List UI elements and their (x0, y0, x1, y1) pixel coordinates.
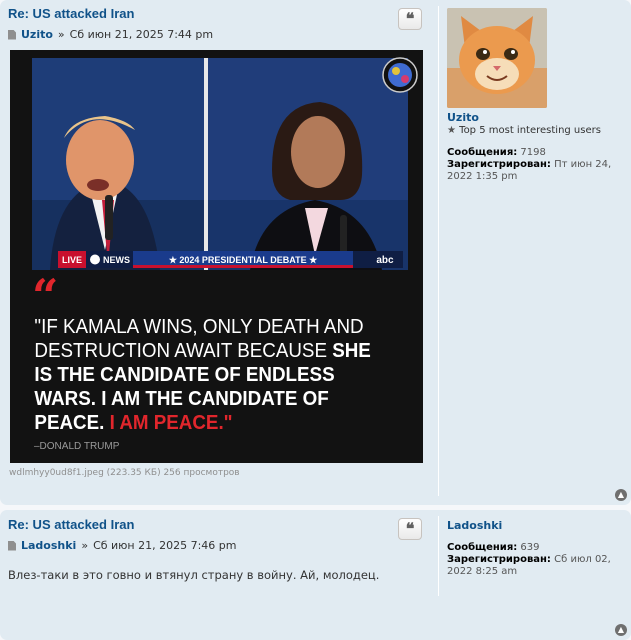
posts-count-label: Сообщения: (447, 542, 518, 553)
quote-icon: ❝ (405, 9, 415, 28)
quote-line-4: WARS. I AM THE CANDIDATE OF (34, 387, 328, 410)
author-separator: » (81, 539, 89, 552)
attached-image-graphic: LIVE NEWS ★ 2024 PRESIDENTIAL DEBATE ★ a… (10, 50, 423, 463)
post-author[interactable]: Ladoshki (21, 539, 76, 552)
chevron-up-icon: ▲ (617, 625, 625, 634)
post-author[interactable]: Uzito (21, 28, 53, 41)
profile-rank-text: Top 5 most interesting users (459, 125, 601, 136)
rank-star-icon: ★ (447, 125, 456, 136)
post-date: Сб июн 21, 2025 7:46 pm (93, 539, 237, 552)
post-file-icon[interactable] (8, 540, 16, 551)
cat-avatar-image (447, 8, 547, 108)
debate-banner: ★ 2024 PRESIDENTIAL DEBATE ★ (169, 255, 318, 265)
post-body: Re: US attacked Iran Ladoshki » Сб июн 2… (8, 517, 428, 582)
author-separator: » (57, 28, 65, 41)
quote-line-2b: SHE (332, 339, 371, 362)
chevron-up-icon: ▲ (617, 490, 625, 499)
back-to-top-button[interactable]: ▲ (615, 489, 627, 501)
registered-label: Зарегистрирован: (447, 554, 551, 565)
back-to-top-button[interactable]: ▲ (615, 624, 627, 636)
profile-rank: ★ Top 5 most interesting users (447, 125, 627, 136)
post-file-icon[interactable] (8, 29, 16, 40)
quote-line-3: IS THE CANDIDATE OF ENDLESS (34, 363, 334, 386)
quote-button[interactable]: ❝ (398, 518, 422, 540)
post-divider (438, 6, 439, 496)
quote-button[interactable]: ❝ (398, 8, 422, 30)
profile-username[interactable]: Ladoshki (447, 519, 627, 532)
post-date: Сб июн 21, 2025 7:44 pm (69, 28, 214, 41)
quote-line-5b: I AM PEACE." (110, 411, 233, 434)
quote-line-2a: DESTRUCTION AWAIT BECAUSE (34, 339, 332, 362)
profile-stats: Сообщения: 7198 Зарегистрирован: Пт июн … (447, 147, 627, 183)
post-profile: Ladoshki Сообщения: 639 Зарегистрирован:… (447, 519, 627, 578)
attachment-caption[interactable]: wdlmhyy0ud8f1.jpeg (223.35 КБ) 256 просм… (9, 468, 240, 478)
live-label: LIVE (62, 255, 82, 265)
profile-stats: Сообщения: 639 Зарегистрирован: Сб июл 0… (447, 542, 627, 578)
quote-line-5a: PEACE. (34, 411, 109, 434)
quote-line-1: "IF KAMALA WINS, ONLY DEATH AND (34, 315, 363, 338)
post-profile: Uzito ★ Top 5 most interesting users Соо… (447, 8, 627, 183)
quote-icon: ❝ (405, 519, 415, 538)
avatar[interactable] (447, 8, 547, 108)
quote-attribution: –DONALD TRUMP (34, 441, 120, 452)
post-content: Влез-таки в это говно и втянул страну в … (8, 568, 380, 582)
post-title[interactable]: Re: US attacked Iran (8, 6, 428, 21)
post-uzito: Re: US attacked Iran Uzito » Сб июн 21, … (0, 0, 631, 505)
quote-line-5: PEACE. I AM PEACE." (34, 411, 232, 434)
attached-image[interactable]: LIVE NEWS ★ 2024 PRESIDENTIAL DEBATE ★ a… (10, 50, 423, 463)
quote-line-2: DESTRUCTION AWAIT BECAUSE SHE (34, 339, 370, 362)
network-logo: abc (376, 255, 394, 266)
post-author-line: Uzito » Сб июн 21, 2025 7:44 pm (8, 28, 428, 41)
post-ladoshki: Re: US attacked Iran Ladoshki » Сб июн 2… (0, 510, 631, 640)
posts-count-label: Сообщения: (447, 147, 518, 158)
posts-count-value[interactable]: 639 (520, 542, 539, 553)
post-divider (438, 516, 439, 596)
post-body: Re: US attacked Iran Uzito » Сб июн 21, … (8, 6, 428, 41)
registered-label: Зарегистрирован: (447, 159, 551, 170)
profile-username[interactable]: Uzito (447, 111, 627, 124)
news-label: NEWS (103, 255, 130, 265)
post-title[interactable]: Re: US attacked Iran (8, 517, 428, 532)
posts-count-value[interactable]: 7198 (520, 147, 545, 158)
post-author-line: Ladoshki » Сб июн 21, 2025 7:46 pm (8, 539, 428, 552)
